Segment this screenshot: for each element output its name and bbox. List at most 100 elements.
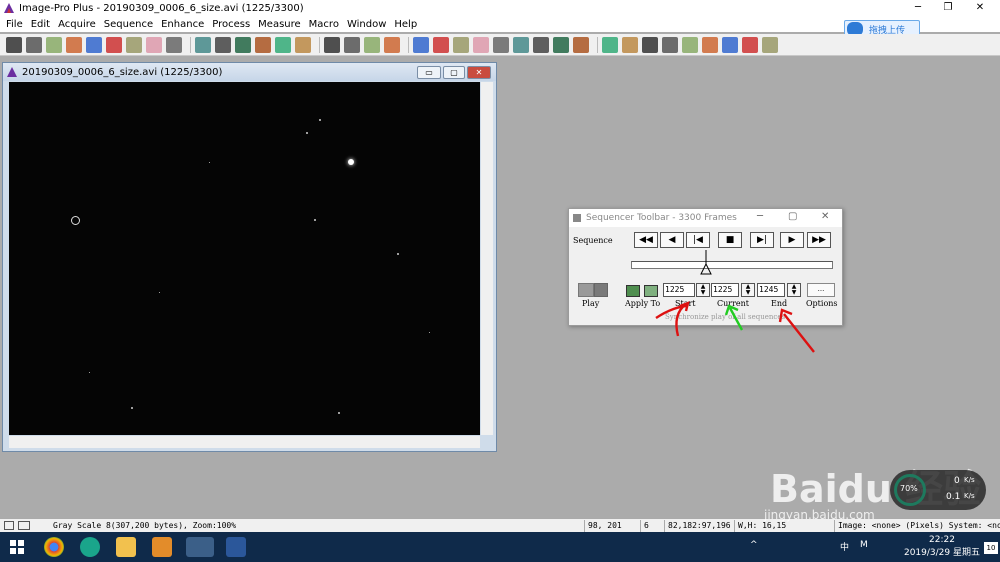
menu-file[interactable]: File bbox=[6, 19, 23, 30]
start-field[interactable]: 1225 bbox=[663, 283, 695, 297]
word-icon[interactable] bbox=[226, 537, 246, 557]
zoom-fit-icon[interactable] bbox=[364, 36, 380, 53]
slider-thumb[interactable] bbox=[699, 250, 713, 276]
zoom-icon[interactable] bbox=[324, 36, 340, 53]
polygon-icon[interactable] bbox=[255, 36, 271, 53]
first-frame-button[interactable]: |◀ bbox=[686, 232, 710, 248]
tray-m[interactable]: M bbox=[860, 540, 868, 550]
current-spinner[interactable]: ▲ ▼ bbox=[741, 283, 755, 297]
close-button[interactable]: ✕ bbox=[966, 0, 994, 16]
current-field[interactable]: 1225 bbox=[711, 283, 739, 297]
sequencer-toolbar[interactable]: Sequencer Toolbar - 3300 Frames ─ ▢ ✕ Se… bbox=[568, 208, 843, 326]
folder-icon[interactable] bbox=[116, 537, 136, 557]
notification-badge[interactable]: 10 bbox=[984, 542, 998, 554]
image-maximize-button[interactable]: ▢ bbox=[443, 66, 465, 79]
bitmap-icon[interactable] bbox=[453, 36, 469, 53]
script-icon[interactable] bbox=[622, 36, 638, 53]
image-window-titlebar[interactable]: 20190309_0006_6_size.avi (1225/3300) ▭ ▢… bbox=[3, 63, 496, 81]
frame-slider[interactable] bbox=[631, 261, 833, 269]
teal-app-icon[interactable] bbox=[80, 537, 100, 557]
print-icon[interactable] bbox=[106, 36, 122, 53]
options-button[interactable]: ... bbox=[807, 283, 835, 297]
undo-icon[interactable] bbox=[166, 36, 182, 53]
apply-icon-2[interactable] bbox=[644, 285, 658, 297]
menu-enhance[interactable]: Enhance bbox=[161, 19, 204, 30]
rewind-button[interactable]: ◀◀ bbox=[634, 232, 658, 248]
image-vertical-scrollbar[interactable] bbox=[481, 82, 493, 435]
image-window-icon bbox=[7, 67, 17, 77]
chrome-icon[interactable] bbox=[44, 537, 64, 557]
chart-icon[interactable] bbox=[662, 36, 678, 53]
image-close-button[interactable]: ✕ bbox=[467, 66, 491, 79]
step-back-button[interactable]: ◀ bbox=[660, 232, 684, 248]
sequencer-close-button[interactable]: ✕ bbox=[821, 211, 829, 222]
pencil-icon[interactable] bbox=[295, 36, 311, 53]
menu-window[interactable]: Window bbox=[347, 19, 386, 30]
new-aoi-icon[interactable] bbox=[195, 36, 211, 53]
mail-icon[interactable] bbox=[146, 36, 162, 53]
hand-icon[interactable] bbox=[344, 36, 360, 53]
list-icon[interactable] bbox=[722, 36, 738, 53]
tray-ime[interactable]: 中 bbox=[840, 540, 849, 553]
cross-icon[interactable] bbox=[513, 36, 529, 53]
grid-icon[interactable] bbox=[46, 36, 62, 53]
camera2-icon[interactable] bbox=[642, 36, 658, 53]
rectangle-icon[interactable] bbox=[215, 36, 231, 53]
calibrate-icon[interactable] bbox=[553, 36, 569, 53]
menu-edit[interactable]: Edit bbox=[31, 19, 50, 30]
ellipse-icon[interactable] bbox=[235, 36, 251, 53]
menu-macro[interactable]: Macro bbox=[309, 19, 339, 30]
export-icon[interactable] bbox=[762, 36, 778, 53]
play-icon-2[interactable] bbox=[594, 283, 608, 297]
end-field[interactable]: 1245 bbox=[757, 283, 785, 297]
imagepro-taskbar-icon[interactable] bbox=[186, 537, 214, 557]
image-window[interactable]: 20190309_0006_6_size.avi (1225/3300) ▭ ▢… bbox=[2, 62, 497, 452]
start-spinner[interactable]: ▲ ▼ bbox=[696, 283, 710, 297]
measure-icon[interactable] bbox=[384, 36, 400, 53]
sequencer-titlebar[interactable]: Sequencer Toolbar - 3300 Frames ─ ▢ ✕ bbox=[569, 209, 842, 227]
fast-forward-button[interactable]: ▶▶ bbox=[807, 232, 831, 248]
apply-icon[interactable] bbox=[626, 285, 640, 297]
save-icon[interactable] bbox=[26, 36, 42, 53]
sequencer-minimize-button[interactable]: ─ bbox=[757, 211, 763, 222]
menu-sequence[interactable]: Sequence bbox=[104, 19, 153, 30]
last-frame-button[interactable]: ▶| bbox=[750, 232, 774, 248]
net-down-unit: K/s bbox=[964, 492, 975, 500]
windows-start-icon[interactable] bbox=[10, 540, 24, 554]
image-horizontal-scrollbar[interactable] bbox=[9, 436, 480, 448]
end-spinner[interactable]: ▲ ▼ bbox=[787, 283, 801, 297]
minimize-button[interactable]: ─ bbox=[904, 0, 932, 16]
magic-aoi-icon[interactable] bbox=[275, 36, 291, 53]
color2-icon[interactable] bbox=[682, 36, 698, 53]
line-profile-icon[interactable] bbox=[433, 36, 449, 53]
menu-acquire[interactable]: Acquire bbox=[58, 19, 96, 30]
wand-icon[interactable] bbox=[86, 36, 102, 53]
colorbar-icon[interactable] bbox=[533, 36, 549, 53]
sync-checkbox-label[interactable]: Synchronize play of all sequences bbox=[665, 313, 785, 321]
camera-icon[interactable] bbox=[66, 36, 82, 53]
color-icon[interactable] bbox=[573, 36, 589, 53]
net-speed-widget[interactable]: 70% 0 K/s 0.1 K/s bbox=[890, 470, 986, 510]
book-icon[interactable] bbox=[126, 36, 142, 53]
step-forward-button[interactable]: ▶ bbox=[780, 232, 804, 248]
play-icon[interactable] bbox=[578, 283, 594, 297]
stop-button[interactable]: ■ bbox=[718, 232, 742, 248]
image-canvas[interactable] bbox=[9, 82, 480, 435]
stack-icon[interactable] bbox=[473, 36, 489, 53]
restore-button[interactable]: ❐ bbox=[934, 0, 962, 16]
count-icon[interactable] bbox=[602, 36, 618, 53]
clock[interactable]: 22:22 2019/3/29 星期五 bbox=[904, 534, 980, 560]
menu-process[interactable]: Process bbox=[212, 19, 250, 30]
orange-app-icon[interactable] bbox=[152, 537, 172, 557]
taskbar: ^ 中 M 22:22 2019/3/29 星期五 10 bbox=[0, 532, 1000, 562]
menu-measure[interactable]: Measure bbox=[258, 19, 301, 30]
open-icon[interactable] bbox=[6, 36, 22, 53]
tray-chevron[interactable]: ^ bbox=[750, 540, 758, 550]
3d-icon[interactable] bbox=[702, 36, 718, 53]
histogram-icon[interactable] bbox=[413, 36, 429, 53]
macro-icon[interactable] bbox=[742, 36, 758, 53]
sequencer-maximize-button[interactable]: ▢ bbox=[788, 211, 797, 222]
grid2-icon[interactable] bbox=[493, 36, 509, 53]
menu-help[interactable]: Help bbox=[394, 19, 417, 30]
image-minimize-button[interactable]: ▭ bbox=[417, 66, 441, 79]
